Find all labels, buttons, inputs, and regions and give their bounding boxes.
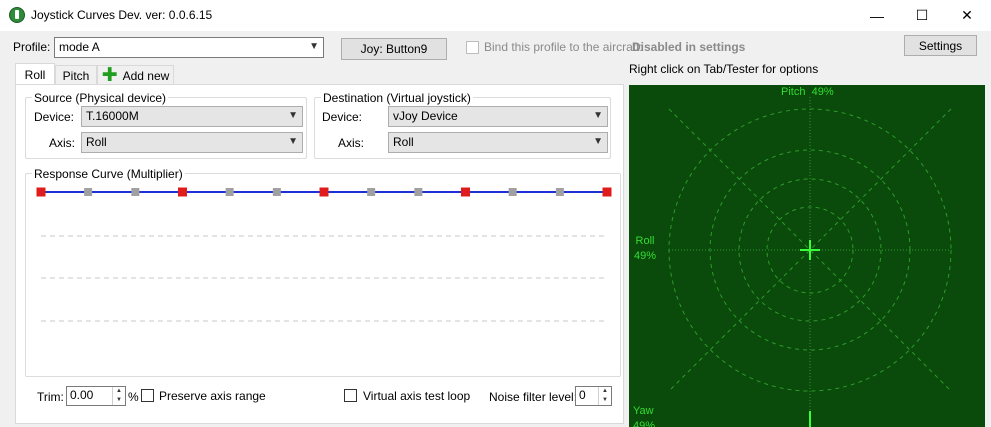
destination-device-value: vJoy Device (393, 109, 458, 123)
profile-label: Profile: (13, 40, 51, 54)
tab-pitch[interactable]: Pitch (55, 65, 97, 85)
virtual-test-label: Virtual axis test loop (363, 389, 471, 403)
curve-intermediate-point[interactable] (414, 188, 423, 196)
response-curve-canvas[interactable] (31, 180, 617, 374)
destination-axis-value: Roll (393, 135, 414, 149)
spin-arrows-icon[interactable]: ▲ ▼ (598, 387, 611, 405)
roll-readout: Roll 49% (634, 234, 656, 264)
curve-control-point[interactable] (36, 187, 46, 197)
trim-input[interactable]: 0.00 ▲ ▼ (66, 386, 126, 406)
settings-button[interactable]: Settings (904, 35, 977, 56)
radar-grid (668, 97, 952, 427)
destination-device-select[interactable]: vJoy Device ▼ (388, 106, 608, 127)
title-bar: Joystick Curves Dev. ver: 0.0.6.15 — ☐ ✕ (0, 0, 991, 31)
tab-add-new[interactable]: ✚ Add new (97, 65, 174, 85)
source-device-select[interactable]: T.16000M ▼ (81, 106, 303, 127)
plus-icon: ✚ (101, 64, 118, 86)
yaw-label: Yaw (633, 405, 654, 417)
app-icon (9, 7, 25, 23)
spin-arrows-icon[interactable]: ▲ ▼ (112, 387, 125, 405)
tab-pitch-label: Pitch (62, 68, 90, 83)
pitch-label: Pitch (781, 86, 806, 98)
source-group-title: Source (Physical device) (32, 91, 169, 105)
curve-intermediate-point[interactable] (225, 188, 234, 196)
bind-status: Disabled in settings (632, 40, 746, 54)
maximize-button[interactable]: ☐ (899, 0, 945, 31)
joy-button[interactable]: Joy: Button9 (341, 38, 447, 60)
destination-device-label: Device: (322, 110, 363, 124)
curve-control-point[interactable] (602, 187, 612, 197)
close-button[interactable]: ✕ (944, 0, 990, 31)
chevron-down-icon: ▼ (593, 136, 603, 147)
roll-value: 49% (634, 250, 657, 262)
noise-filter-label: Noise filter level: (489, 390, 578, 404)
axis-tester-panel[interactable]: Pitch 49% Roll 49% Yaw 49% (629, 85, 985, 427)
source-axis-value: Roll (86, 135, 107, 149)
curve-intermediate-point[interactable] (84, 188, 93, 196)
chevron-down-icon: ▼ (593, 110, 603, 121)
curve-intermediate-point[interactable] (508, 188, 517, 196)
tab-roll-label: Roll (24, 67, 46, 82)
preserve-range-label: Preserve axis range (159, 389, 266, 403)
response-curve-title: Response Curve (Multiplier) (32, 167, 185, 181)
curve-control-point[interactable] (178, 187, 187, 197)
window-title: Joystick Curves Dev. ver: 0.0.6.15 (31, 8, 213, 22)
source-axis-label: Axis: (49, 136, 76, 150)
profile-value: mode A (59, 40, 100, 54)
virtual-test-checkbox[interactable] (344, 389, 357, 402)
bind-aircraft-checkbox[interactable] (466, 41, 479, 54)
pitch-value: 49% (811, 86, 834, 98)
preserve-range-checkbox[interactable] (141, 389, 154, 402)
yaw-value: 49% (633, 420, 656, 427)
destination-group-title: Destination (Virtual joystick) (321, 91, 473, 105)
curve-control-point[interactable] (319, 187, 329, 197)
noise-filter-input[interactable]: 0 ▲ ▼ (575, 386, 612, 406)
trim-unit: % (128, 390, 139, 404)
trim-value: 0.00 (70, 388, 94, 402)
tester-hint: Right click on Tab/Tester for options (629, 62, 819, 76)
destination-axis-label: Axis: (338, 136, 365, 150)
curve-control-point[interactable] (461, 187, 470, 197)
chevron-down-icon: ▼ (288, 136, 298, 147)
trim-label: Trim: (37, 390, 64, 404)
roll-label: Roll (635, 235, 655, 247)
source-device-label: Device: (34, 110, 75, 124)
source-axis-select[interactable]: Roll ▼ (81, 132, 303, 153)
destination-axis-select[interactable]: Roll ▼ (388, 132, 608, 153)
bind-aircraft-label: Bind this profile to the aircraft: (484, 40, 643, 54)
curve-intermediate-point[interactable] (555, 188, 564, 196)
noise-filter-value: 0 (579, 388, 586, 402)
curve-intermediate-point[interactable] (131, 188, 140, 196)
minimize-button[interactable]: — (854, 0, 900, 31)
curve-intermediate-point[interactable] (367, 188, 376, 196)
yaw-readout: Yaw 49% (633, 404, 655, 427)
pitch-readout: Pitch 49% (781, 86, 834, 98)
tab-roll[interactable]: Roll (15, 63, 55, 85)
curve-intermediate-point[interactable] (272, 188, 281, 196)
profile-select[interactable]: mode A ▼ (54, 37, 324, 58)
chevron-down-icon: ▼ (288, 110, 298, 121)
tab-add-new-label: Add new (122, 68, 170, 83)
chevron-down-icon: ▼ (309, 41, 319, 52)
source-device-value: T.16000M (86, 109, 139, 123)
